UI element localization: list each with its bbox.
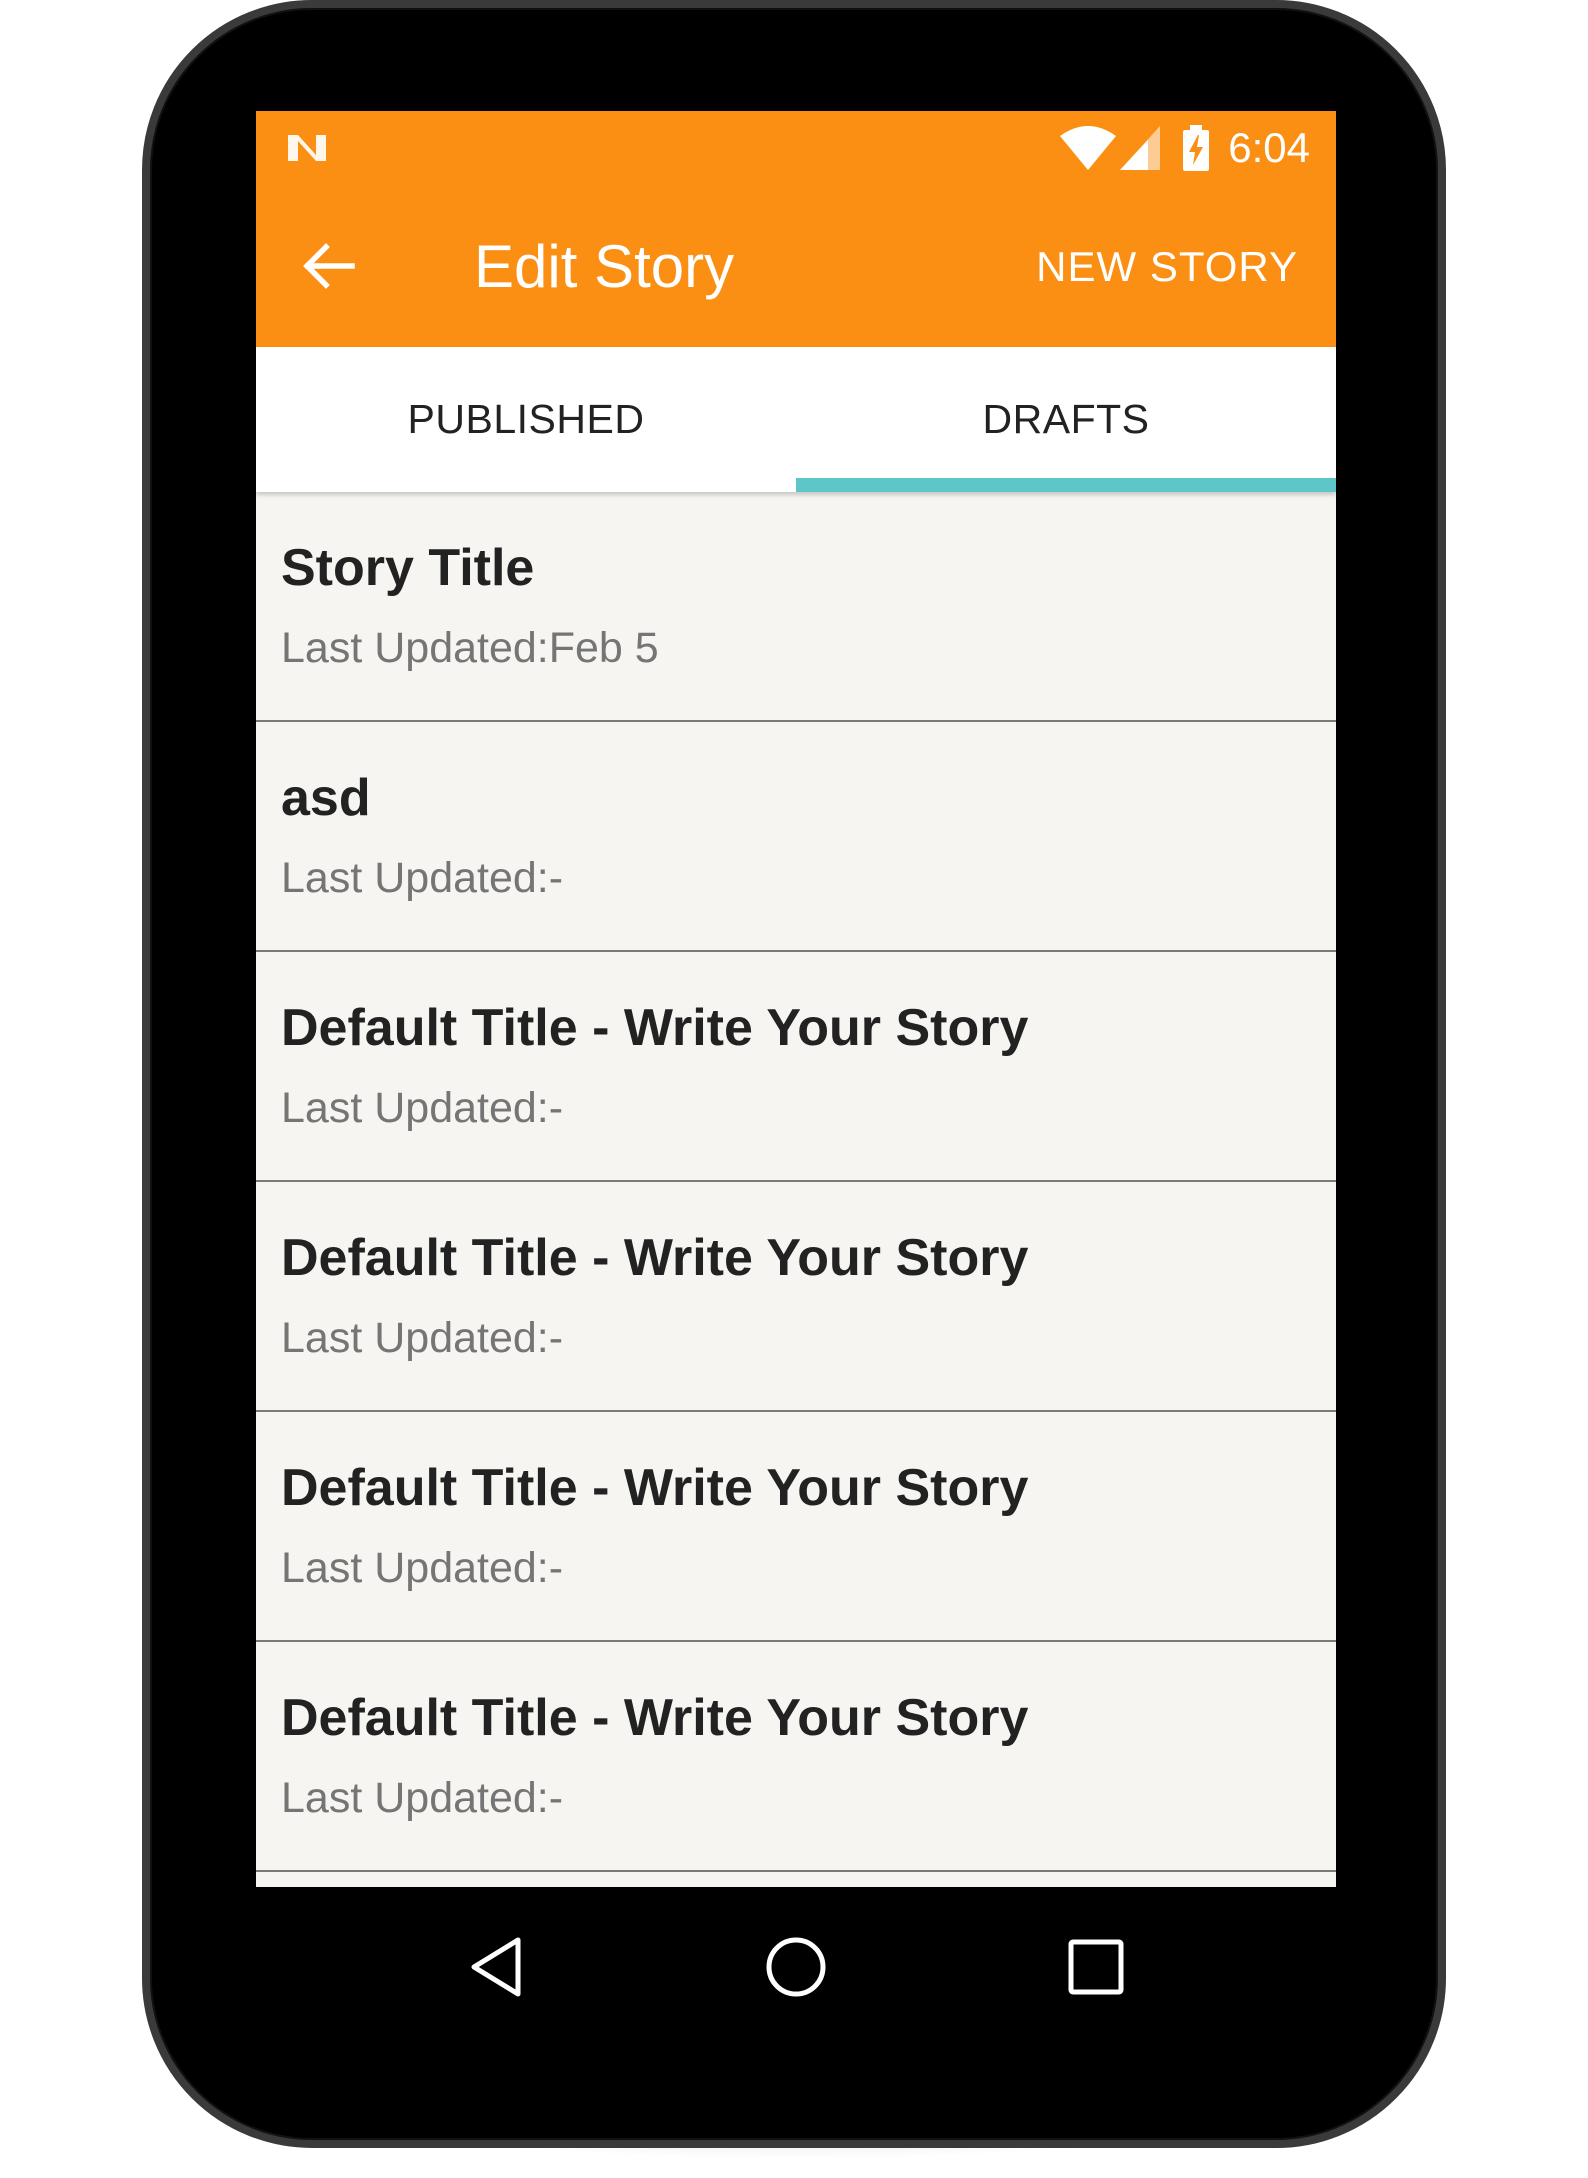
new-story-button[interactable]: NEW STORY xyxy=(1036,241,1298,293)
story-title: Default Title - Write Your Story xyxy=(281,1689,1029,1747)
status-icons: 6:04 xyxy=(1060,125,1310,171)
story-last-updated: Last Updated:- xyxy=(281,1314,564,1362)
story-title: Story Title xyxy=(281,539,535,597)
nav-back-button[interactable] xyxy=(446,1917,546,2017)
tab-drafts[interactable]: DRAFTS xyxy=(796,347,1336,492)
nav-recents-button[interactable] xyxy=(1046,1917,1146,2017)
status-bar: 6:04 xyxy=(256,111,1336,185)
story-last-updated: Last Updated:- xyxy=(281,1544,564,1592)
nav-back-icon xyxy=(471,1937,521,1997)
list-item[interactable]: Story Title Last Updated:Feb 5 xyxy=(256,492,1336,722)
story-title: Default Title - Write Your Story xyxy=(281,999,1029,1057)
list-item[interactable]: Default Title - Write Your Story Last Up… xyxy=(256,1642,1336,1872)
app-bar: Edit Story NEW STORY xyxy=(256,185,1336,347)
system-nav-bar xyxy=(256,1887,1336,2047)
signal-icon xyxy=(1120,126,1161,170)
app-screen: 6:04 Edit Story NEW STORY PUBLISHED DRAF… xyxy=(256,111,1336,1887)
story-title: Default Title - Write Your Story xyxy=(281,1459,1029,1517)
tab-indicator xyxy=(796,478,1336,492)
device-stage: 6:04 Edit Story NEW STORY PUBLISHED DRAF… xyxy=(0,0,1588,2178)
arrow-back-icon[interactable] xyxy=(298,235,360,297)
n-icon xyxy=(288,135,326,161)
battery-charging-icon xyxy=(1183,125,1210,171)
list-item[interactable]: Default Title - Write Your Story Last Up… xyxy=(256,952,1336,1182)
list-item[interactable]: Default Title - Write Your Story Last Up… xyxy=(256,1182,1336,1412)
nav-home-button[interactable] xyxy=(746,1917,846,2017)
tab-bar: PUBLISHED DRAFTS xyxy=(256,347,1336,492)
story-last-updated: Last Updated:- xyxy=(281,854,564,902)
nav-home-icon xyxy=(766,1937,826,1997)
story-title: Default Title - Write Your Story xyxy=(281,1229,1029,1287)
tab-published[interactable]: PUBLISHED xyxy=(256,347,796,492)
list-item[interactable]: asd Last Updated:- xyxy=(256,722,1336,952)
story-last-updated: Last Updated:Feb 5 xyxy=(281,624,659,672)
page-title: Edit Story xyxy=(474,233,735,300)
status-time: 6:04 xyxy=(1228,124,1310,171)
story-title: asd xyxy=(281,769,371,827)
list-item[interactable]: Default Title - Write Your Story Last Up… xyxy=(256,1412,1336,1642)
story-last-updated: Last Updated:- xyxy=(281,1774,564,1822)
wifi-icon xyxy=(1060,126,1117,170)
nav-recents-icon xyxy=(1068,1939,1124,1995)
story-last-updated: Last Updated:- xyxy=(281,1084,564,1132)
story-list: Story Title Last Updated:Feb 5 asd Last … xyxy=(256,492,1336,1872)
